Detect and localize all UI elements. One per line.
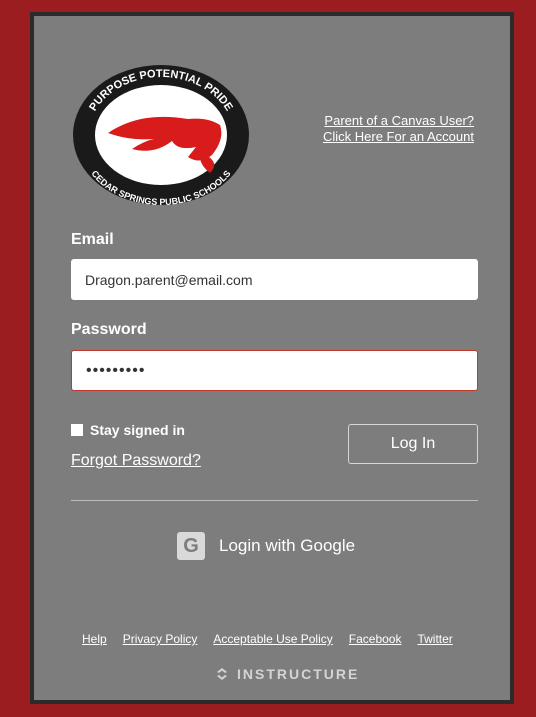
instructure-label: INSTRUCTURE xyxy=(237,666,360,682)
footer-link-acceptable-use[interactable]: Acceptable Use Policy xyxy=(213,632,332,646)
forgot-password-link[interactable]: Forgot Password? xyxy=(71,452,201,470)
stay-signed-in-label: Stay signed in xyxy=(90,422,185,438)
school-logo: PURPOSE POTENTIAL PRIDE CEDAR SPRINGS PU… xyxy=(73,65,249,207)
footer-link-twitter[interactable]: Twitter xyxy=(417,632,452,646)
login-panel: PURPOSE POTENTIAL PRIDE CEDAR SPRINGS PU… xyxy=(30,12,514,704)
footer-link-help[interactable]: Help xyxy=(82,632,107,646)
instructure-icon xyxy=(217,668,227,680)
footer-links: Help Privacy Policy Acceptable Use Polic… xyxy=(82,632,453,646)
stay-signed-in-checkbox[interactable] xyxy=(71,424,83,436)
instructure-brand: INSTRUCTURE xyxy=(215,666,359,682)
email-label: Email xyxy=(71,231,114,248)
parent-account-link[interactable]: Parent of a Canvas User? Click Here For … xyxy=(323,113,474,145)
password-label: Password xyxy=(71,321,147,338)
stay-signed-in[interactable]: Stay signed in xyxy=(71,422,185,438)
google-icon: G xyxy=(177,532,205,560)
login-button[interactable]: Log In xyxy=(348,424,478,464)
divider xyxy=(71,500,478,501)
footer-link-facebook[interactable]: Facebook xyxy=(349,632,402,646)
google-login-button[interactable]: G Login with Google xyxy=(177,532,355,560)
footer-link-privacy[interactable]: Privacy Policy xyxy=(123,632,198,646)
password-field[interactable]: ••••••••• xyxy=(71,350,478,391)
email-field[interactable]: Dragon.parent@email.com xyxy=(71,259,478,300)
google-login-label: Login with Google xyxy=(219,536,356,555)
parent-link-line1[interactable]: Parent of a Canvas User? xyxy=(323,113,474,129)
parent-link-line2[interactable]: Click Here For an Account xyxy=(323,129,474,145)
